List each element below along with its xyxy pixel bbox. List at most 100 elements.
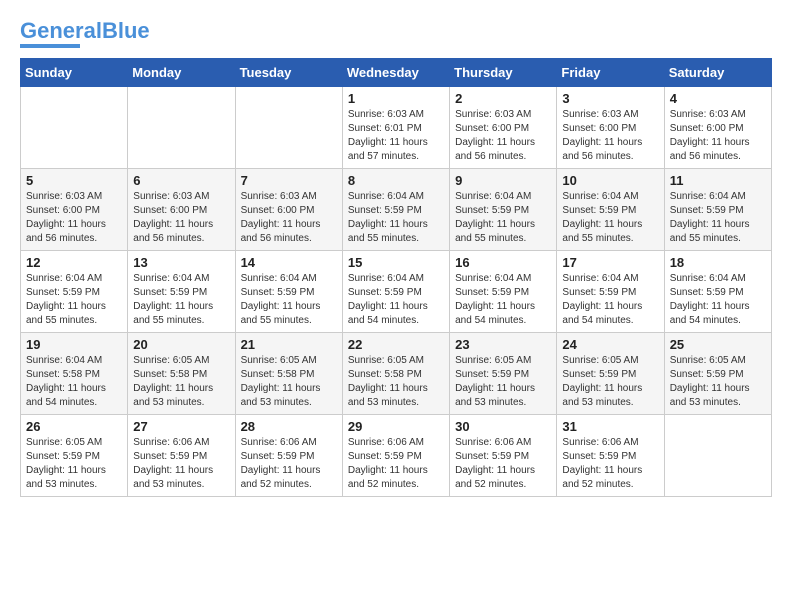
weekday-header: Saturday xyxy=(664,59,771,87)
day-info: Sunrise: 6:03 AM Sunset: 6:00 PM Dayligh… xyxy=(670,108,766,164)
calendar-cell: 24 Sunrise: 6:05 AM Sunset: 5:59 PM Dayli… xyxy=(557,333,664,415)
calendar-cell: 30 Sunrise: 6:06 AM Sunset: 5:59 PM Dayli… xyxy=(450,415,557,497)
day-info: Sunrise: 6:05 AM Sunset: 5:58 PM Dayligh… xyxy=(241,354,337,410)
calendar-cell: 25 Sunrise: 6:05 AM Sunset: 5:59 PM Dayli… xyxy=(664,333,771,415)
calendar-cell: 6 Sunrise: 6:03 AM Sunset: 6:00 PM Daylig… xyxy=(128,169,235,251)
day-number: 10 xyxy=(562,173,658,188)
day-number: 4 xyxy=(670,91,766,106)
day-info: Sunrise: 6:05 AM Sunset: 5:59 PM Dayligh… xyxy=(26,436,122,492)
day-info: Sunrise: 6:04 AM Sunset: 5:59 PM Dayligh… xyxy=(241,272,337,328)
logo-general: General xyxy=(20,18,102,43)
day-number: 14 xyxy=(241,255,337,270)
day-number: 29 xyxy=(348,419,444,434)
day-number: 7 xyxy=(241,173,337,188)
calendar-week-row: 1 Sunrise: 6:03 AM Sunset: 6:01 PM Daylig… xyxy=(21,87,772,169)
calendar-cell: 4 Sunrise: 6:03 AM Sunset: 6:00 PM Daylig… xyxy=(664,87,771,169)
day-number: 26 xyxy=(26,419,122,434)
weekday-header: Wednesday xyxy=(342,59,449,87)
calendar-cell: 13 Sunrise: 6:04 AM Sunset: 5:59 PM Dayli… xyxy=(128,251,235,333)
day-info: Sunrise: 6:04 AM Sunset: 5:59 PM Dayligh… xyxy=(348,190,444,246)
calendar-cell xyxy=(235,87,342,169)
weekday-header: Friday xyxy=(557,59,664,87)
calendar-week-row: 19Sunrise: 6:04 AM Sunset: 5:58 PM Dayli… xyxy=(21,333,772,415)
day-number: 25 xyxy=(670,337,766,352)
calendar-cell: 18 Sunrise: 6:04 AM Sunset: 5:59 PM Dayli… xyxy=(664,251,771,333)
day-number: 17 xyxy=(562,255,658,270)
calendar-cell xyxy=(664,415,771,497)
calendar-cell: 26 Sunrise: 6:05 AM Sunset: 5:59 PM Dayli… xyxy=(21,415,128,497)
logo-text: GeneralBlue xyxy=(20,20,150,42)
day-info: Sunrise: 6:04 AM Sunset: 5:59 PM Dayligh… xyxy=(455,272,551,328)
calendar-cell: 17 Sunrise: 6:04 AM Sunset: 5:59 PM Dayli… xyxy=(557,251,664,333)
day-info: Sunrise: 6:06 AM Sunset: 5:59 PM Dayligh… xyxy=(241,436,337,492)
calendar-cell: 19Sunrise: 6:04 AM Sunset: 5:58 PM Dayli… xyxy=(21,333,128,415)
day-number: 19 xyxy=(26,337,122,352)
day-info: Sunrise: 6:03 AM Sunset: 6:00 PM Dayligh… xyxy=(26,190,122,246)
day-number: 30 xyxy=(455,419,551,434)
day-number: 16 xyxy=(455,255,551,270)
page-header: GeneralBlue xyxy=(20,20,772,48)
day-info: Sunrise: 6:05 AM Sunset: 5:59 PM Dayligh… xyxy=(455,354,551,410)
day-info: Sunrise: 6:03 AM Sunset: 6:00 PM Dayligh… xyxy=(241,190,337,246)
calendar-cell: 9 Sunrise: 6:04 AM Sunset: 5:59 PM Daylig… xyxy=(450,169,557,251)
calendar-cell: 2Sunrise: 6:03 AM Sunset: 6:00 PM Daylig… xyxy=(450,87,557,169)
day-number: 28 xyxy=(241,419,337,434)
day-info: Sunrise: 6:06 AM Sunset: 5:59 PM Dayligh… xyxy=(562,436,658,492)
calendar-cell: 5 Sunrise: 6:03 AM Sunset: 6:00 PM Daylig… xyxy=(21,169,128,251)
weekday-header: Thursday xyxy=(450,59,557,87)
weekday-header: Monday xyxy=(128,59,235,87)
calendar-cell: 22 Sunrise: 6:05 AM Sunset: 5:58 PM Dayli… xyxy=(342,333,449,415)
day-info: Sunrise: 6:04 AM Sunset: 5:59 PM Dayligh… xyxy=(562,272,658,328)
day-info: Sunrise: 6:03 AM Sunset: 6:00 PM Dayligh… xyxy=(455,108,551,164)
day-number: 21 xyxy=(241,337,337,352)
calendar-week-row: 12 Sunrise: 6:04 AM Sunset: 5:59 PM Dayli… xyxy=(21,251,772,333)
calendar-cell: 1 Sunrise: 6:03 AM Sunset: 6:01 PM Daylig… xyxy=(342,87,449,169)
day-info: Sunrise: 6:04 AM Sunset: 5:59 PM Dayligh… xyxy=(455,190,551,246)
calendar-cell: 28 Sunrise: 6:06 AM Sunset: 5:59 PM Dayli… xyxy=(235,415,342,497)
calendar-cell: 12Sunrise: 6:04 AM Sunset: 5:59 PM Dayli… xyxy=(21,251,128,333)
day-number: 31 xyxy=(562,419,658,434)
day-info: Sunrise: 6:04 AM Sunset: 5:59 PM Dayligh… xyxy=(562,190,658,246)
day-number: 11 xyxy=(670,173,766,188)
day-info: Sunrise: 6:05 AM Sunset: 5:58 PM Dayligh… xyxy=(133,354,229,410)
calendar-cell: 11 Sunrise: 6:04 AM Sunset: 5:59 PM Dayli… xyxy=(664,169,771,251)
weekday-header: Sunday xyxy=(21,59,128,87)
calendar-cell: 29Sunrise: 6:06 AM Sunset: 5:59 PM Dayli… xyxy=(342,415,449,497)
logo: GeneralBlue xyxy=(20,20,150,48)
day-number: 18 xyxy=(670,255,766,270)
day-number: 5 xyxy=(26,173,122,188)
day-info: Sunrise: 6:03 AM Sunset: 6:00 PM Dayligh… xyxy=(133,190,229,246)
calendar-cell: 27Sunrise: 6:06 AM Sunset: 5:59 PM Dayli… xyxy=(128,415,235,497)
day-info: Sunrise: 6:05 AM Sunset: 5:59 PM Dayligh… xyxy=(670,354,766,410)
day-number: 22 xyxy=(348,337,444,352)
calendar-cell: 3 Sunrise: 6:03 AM Sunset: 6:00 PM Daylig… xyxy=(557,87,664,169)
calendar-cell xyxy=(128,87,235,169)
day-info: Sunrise: 6:06 AM Sunset: 5:59 PM Dayligh… xyxy=(455,436,551,492)
day-number: 12 xyxy=(26,255,122,270)
day-info: Sunrise: 6:05 AM Sunset: 5:58 PM Dayligh… xyxy=(348,354,444,410)
day-info: Sunrise: 6:05 AM Sunset: 5:59 PM Dayligh… xyxy=(562,354,658,410)
day-info: Sunrise: 6:03 AM Sunset: 6:01 PM Dayligh… xyxy=(348,108,444,164)
logo-blue: Blue xyxy=(102,18,150,43)
calendar-table: SundayMondayTuesdayWednesdayThursdayFrid… xyxy=(20,58,772,497)
day-info: Sunrise: 6:04 AM Sunset: 5:59 PM Dayligh… xyxy=(133,272,229,328)
day-info: Sunrise: 6:04 AM Sunset: 5:59 PM Dayligh… xyxy=(670,190,766,246)
day-number: 6 xyxy=(133,173,229,188)
day-number: 23 xyxy=(455,337,551,352)
calendar-week-row: 26 Sunrise: 6:05 AM Sunset: 5:59 PM Dayli… xyxy=(21,415,772,497)
day-number: 13 xyxy=(133,255,229,270)
day-number: 15 xyxy=(348,255,444,270)
day-number: 20 xyxy=(133,337,229,352)
day-info: Sunrise: 6:03 AM Sunset: 6:00 PM Dayligh… xyxy=(562,108,658,164)
day-number: 9 xyxy=(455,173,551,188)
day-number: 24 xyxy=(562,337,658,352)
day-number: 3 xyxy=(562,91,658,106)
day-info: Sunrise: 6:04 AM Sunset: 5:59 PM Dayligh… xyxy=(670,272,766,328)
calendar-cell xyxy=(21,87,128,169)
weekday-header-row: SundayMondayTuesdayWednesdayThursdayFrid… xyxy=(21,59,772,87)
calendar-cell: 15Sunrise: 6:04 AM Sunset: 5:59 PM Dayli… xyxy=(342,251,449,333)
calendar-cell: 7 Sunrise: 6:03 AM Sunset: 6:00 PM Daylig… xyxy=(235,169,342,251)
calendar-cell: 16 Sunrise: 6:04 AM Sunset: 5:59 PM Dayli… xyxy=(450,251,557,333)
logo-underline xyxy=(20,44,80,48)
day-number: 1 xyxy=(348,91,444,106)
